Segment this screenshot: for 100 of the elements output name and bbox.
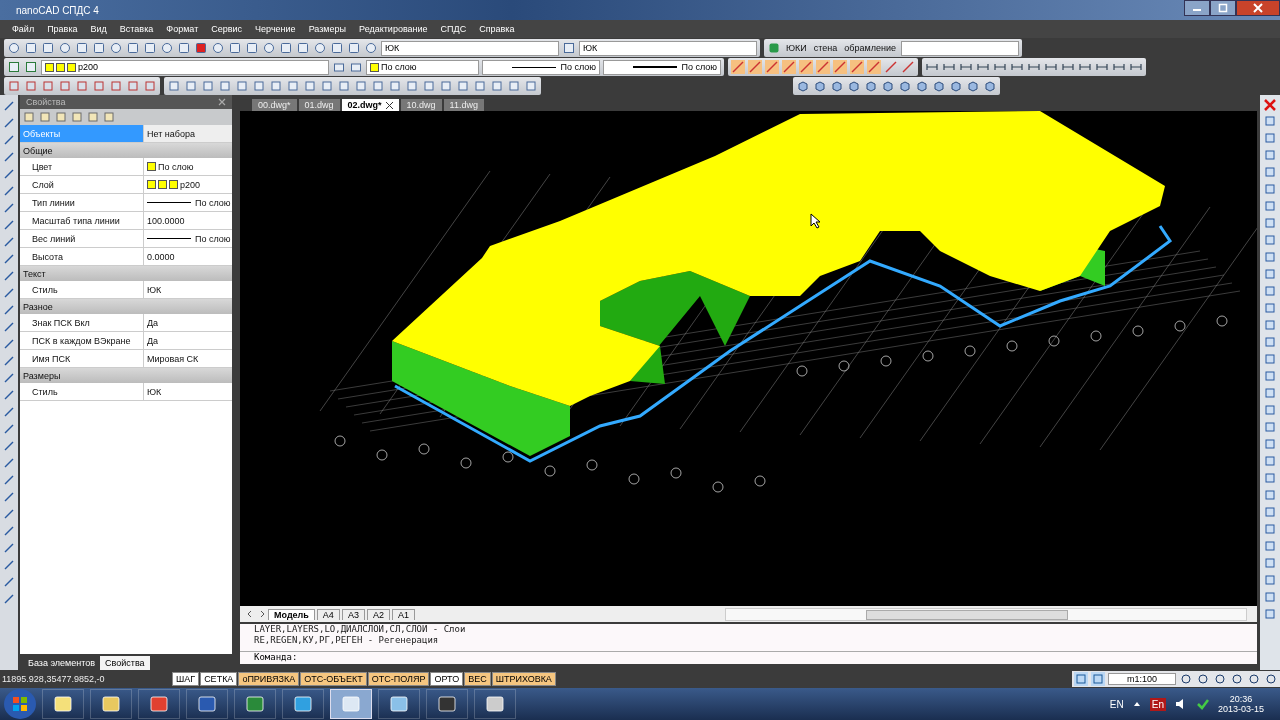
tool-icon[interactable] bbox=[279, 41, 293, 55]
tool-icon[interactable] bbox=[2, 422, 16, 436]
cube-icon[interactable] bbox=[932, 79, 946, 93]
cube-icon[interactable] bbox=[966, 79, 980, 93]
property-value[interactable]: p200 bbox=[144, 176, 232, 193]
tool-icon[interactable] bbox=[347, 41, 361, 55]
menu-item[interactable]: Размеры bbox=[308, 24, 347, 34]
panel-tab[interactable]: Свойства bbox=[100, 656, 150, 670]
property-value[interactable]: По слою bbox=[144, 230, 232, 247]
cube-icon[interactable] bbox=[796, 79, 810, 93]
document-tab[interactable]: 01.dwg bbox=[298, 99, 340, 111]
status-toggle-button[interactable]: ОРТО bbox=[430, 672, 464, 686]
tool-icon[interactable] bbox=[2, 456, 16, 470]
tool-icon[interactable] bbox=[2, 184, 16, 198]
minimize-button[interactable] bbox=[1184, 0, 1210, 16]
menu-item[interactable]: Правка bbox=[47, 24, 78, 34]
menu-item[interactable]: Файл bbox=[12, 24, 35, 34]
tool-icon[interactable] bbox=[143, 41, 157, 55]
toolbar-label[interactable]: обрамление bbox=[842, 43, 898, 53]
tool-icon[interactable] bbox=[262, 41, 276, 55]
tool-icon[interactable] bbox=[2, 541, 16, 555]
tool-icon[interactable] bbox=[194, 41, 208, 55]
linetype-dropdown[interactable]: По слою bbox=[482, 59, 600, 75]
input-field[interactable] bbox=[900, 40, 1019, 56]
clock-time[interactable]: 20:36 bbox=[1229, 694, 1253, 704]
color-dropdown[interactable]: По слою bbox=[366, 59, 479, 75]
close-icon[interactable] bbox=[385, 101, 393, 109]
tab-scroll-arrows-icon[interactable] bbox=[246, 610, 266, 618]
status-toggle-button[interactable]: ШТРИХОВКА bbox=[491, 672, 556, 686]
horizontal-scrollbar[interactable] bbox=[725, 607, 1247, 621]
layout-tab[interactable]: A3 bbox=[341, 608, 365, 620]
property-group-header[interactable]: Размеры bbox=[20, 368, 232, 383]
property-value[interactable]: 100.0000 bbox=[144, 212, 232, 229]
cube-icon[interactable] bbox=[983, 79, 997, 93]
tool-icon[interactable] bbox=[2, 592, 16, 606]
tool-icon[interactable] bbox=[2, 524, 16, 538]
tool-icon[interactable] bbox=[1247, 672, 1261, 686]
layout-tab[interactable]: A4 bbox=[316, 608, 340, 620]
status-toggle-button[interactable]: ОТС-ОБЪЕКТ bbox=[300, 672, 367, 686]
status-toggle-button[interactable]: оПРИВЯЗКА bbox=[238, 672, 300, 686]
property-value[interactable]: Нет набора bbox=[144, 125, 232, 142]
property-group-header[interactable]: Общие bbox=[20, 143, 232, 158]
tool-icon[interactable] bbox=[2, 490, 16, 504]
tool-icon[interactable] bbox=[2, 252, 16, 266]
tool-icon[interactable] bbox=[2, 303, 16, 317]
cube-icon[interactable] bbox=[898, 79, 912, 93]
tool-icon[interactable] bbox=[228, 41, 242, 55]
tool-icon[interactable] bbox=[92, 41, 106, 55]
cube-icon[interactable] bbox=[881, 79, 895, 93]
property-group-header[interactable]: Разное bbox=[20, 299, 232, 314]
tool-icon[interactable] bbox=[332, 60, 346, 74]
tool-icon[interactable] bbox=[901, 60, 915, 74]
property-group-header[interactable]: Текст bbox=[20, 266, 232, 281]
tool-icon[interactable] bbox=[2, 269, 16, 283]
panel-tab[interactable]: База элементов bbox=[23, 656, 101, 670]
tool-icon[interactable] bbox=[109, 41, 123, 55]
tool-icon[interactable] bbox=[562, 41, 576, 55]
menu-item[interactable]: Черчение bbox=[255, 24, 296, 34]
status-toggle-button[interactable]: ОТС-ПОЛЯР bbox=[367, 672, 430, 686]
tool-icon[interactable] bbox=[2, 320, 16, 334]
command-input-field[interactable]: Команда: bbox=[240, 651, 1257, 664]
tool-icon[interactable] bbox=[2, 354, 16, 368]
property-value[interactable]: Мировая СК bbox=[144, 350, 232, 367]
property-value[interactable]: ЮК bbox=[144, 383, 232, 400]
tool-icon[interactable] bbox=[2, 473, 16, 487]
layout-tab[interactable]: A1 bbox=[391, 608, 415, 620]
menu-item[interactable]: Справка bbox=[479, 24, 515, 34]
menu-item[interactable]: Редактирование bbox=[359, 24, 428, 34]
tool-icon[interactable] bbox=[245, 41, 259, 55]
tool-icon[interactable] bbox=[75, 41, 89, 55]
tool-icon[interactable] bbox=[1179, 672, 1193, 686]
language-indicator[interactable]: EN bbox=[1109, 698, 1124, 710]
menu-item[interactable]: Вставка bbox=[119, 24, 154, 34]
status-toggle-button[interactable]: ВЕС bbox=[464, 672, 491, 686]
tool-icon[interactable] bbox=[330, 41, 344, 55]
start-button[interactable] bbox=[4, 689, 36, 719]
drawing-canvas[interactable] bbox=[240, 111, 1257, 606]
property-value[interactable]: По слою bbox=[144, 158, 232, 175]
tool-icon[interactable] bbox=[24, 41, 38, 55]
tool-icon[interactable] bbox=[884, 60, 898, 74]
tool-icon[interactable] bbox=[160, 41, 174, 55]
cube-icon[interactable] bbox=[847, 79, 861, 93]
tool-icon[interactable] bbox=[1213, 672, 1227, 686]
cube-icon[interactable] bbox=[915, 79, 929, 93]
text-style-field[interactable]: ЮК bbox=[381, 40, 559, 56]
tool-icon[interactable] bbox=[2, 337, 16, 351]
tool-icon[interactable] bbox=[24, 60, 38, 74]
maximize-button[interactable] bbox=[1210, 0, 1236, 16]
tool-icon[interactable] bbox=[313, 41, 327, 55]
tool-icon[interactable] bbox=[2, 507, 16, 521]
cube-icon[interactable] bbox=[949, 79, 963, 93]
close-button[interactable] bbox=[1236, 0, 1280, 16]
tool-icon[interactable] bbox=[2, 167, 16, 181]
tool-icon[interactable] bbox=[58, 41, 72, 55]
tool-icon[interactable] bbox=[296, 41, 310, 55]
scrollbar-thumb[interactable] bbox=[866, 609, 1068, 620]
property-value[interactable]: Да bbox=[144, 314, 232, 331]
layer-dropdown[interactable]: p200 bbox=[41, 59, 329, 75]
tool-icon[interactable] bbox=[2, 99, 16, 113]
tool-icon[interactable] bbox=[2, 575, 16, 589]
